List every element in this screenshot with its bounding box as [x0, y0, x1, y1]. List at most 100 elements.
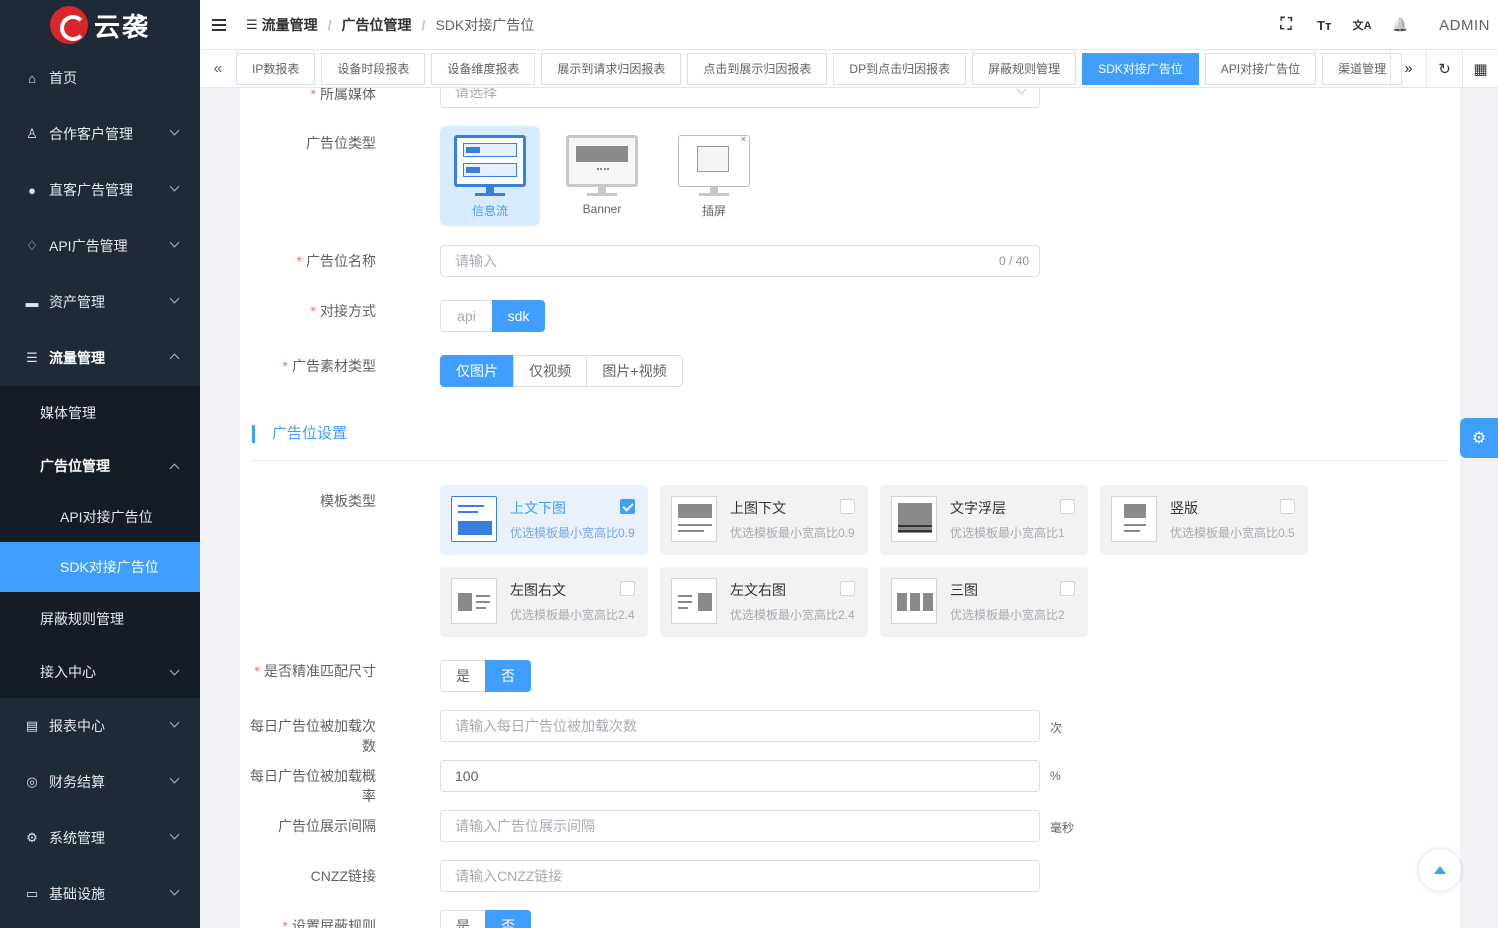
template-card[interactable]: 文字浮层 优选模板最小宽高比1 [880, 485, 1088, 555]
gear-icon: ⚙ [26, 830, 38, 845]
block-rule-option-no[interactable]: 否 [485, 910, 531, 928]
template-name: 上图下文 [730, 500, 786, 516]
sidebar-item-sdk-adslot[interactable]: SDK对接广告位 [0, 542, 200, 592]
block-rule-option-yes[interactable]: 是 [440, 910, 486, 928]
sidebar-item-api-ads[interactable]: ♢ API广告管理 [0, 218, 200, 274]
template-card[interactable]: 三图 优选模板最小宽高比2 [880, 567, 1088, 637]
refresh-icon[interactable]: ↻ [1426, 50, 1462, 87]
font-size-icon[interactable]: Tт [1305, 18, 1343, 33]
back-to-top-button[interactable] [1419, 849, 1461, 891]
template-card[interactable]: 上图下文 优选模板最小宽高比0.9 [660, 485, 868, 555]
chevron-down-icon [169, 125, 180, 136]
material-option-video[interactable]: 仅视频 [513, 355, 587, 387]
globe-icon: ◎ [26, 774, 38, 789]
slot-type-feed[interactable]: 信息流 [440, 126, 540, 226]
sidebar-item-traffic[interactable]: ☰ 流量管理 [0, 330, 200, 386]
home-icon: ⌂ [28, 70, 36, 86]
translate-icon[interactable]: 文A [1343, 17, 1381, 33]
sidebar-item-partners[interactable]: ♙ 合作客户管理 [0, 106, 200, 162]
exact-size-option-yes[interactable]: 是 [440, 660, 486, 692]
template-checkbox[interactable] [840, 499, 855, 514]
scroll-left-icon[interactable]: « [200, 60, 236, 78]
user-name[interactable]: ADMIN [1439, 17, 1490, 34]
tag-item[interactable]: IP数报表 [236, 52, 316, 85]
briefcase-icon: ▬ [25, 294, 39, 310]
chevron-down-icon [169, 773, 180, 784]
sidebar-item-adslot[interactable]: 广告位管理 [0, 439, 200, 492]
tag-item[interactable]: 屏蔽规则管理 [972, 52, 1077, 85]
form-label: CNZZ链接 [310, 868, 376, 884]
sidebar-item-assets[interactable]: ▬ 资产管理 [0, 274, 200, 330]
template-checkbox[interactable] [620, 581, 635, 596]
traffic-submenu: 媒体管理 广告位管理 API对接广告位 SDK对接广告位 屏蔽规则管理 接入中心 [0, 386, 200, 698]
hamburger-icon[interactable] [212, 16, 226, 34]
template-desc: 优选模板最小宽高比0.5 [1170, 526, 1295, 540]
tag-item[interactable]: 设备时段报表 [321, 52, 426, 85]
sidebar-item-label: SDK对接广告位 [60, 559, 159, 575]
input-placeholder: 请输入 [455, 253, 497, 269]
connect-option-api[interactable]: api [440, 300, 493, 332]
slot-type-label: Banner [582, 202, 622, 216]
daily-loads-input[interactable]: 请输入每日广告位被加载次数 [440, 710, 1040, 742]
sidebar-item-media[interactable]: 媒体管理 [0, 386, 200, 439]
chevron-down-icon [169, 181, 180, 192]
sidebar-item-label: 接入中心 [40, 663, 96, 680]
tag-item-active[interactable]: SDK对接广告位 [1082, 52, 1199, 85]
template-checkbox[interactable] [1060, 499, 1075, 514]
logo-mark-icon [50, 6, 88, 44]
list-icon: ☰ [246, 16, 258, 32]
bell-icon[interactable]: 🔔 [1381, 17, 1419, 33]
slot-type-interstitial[interactable]: × 插屏 [664, 126, 764, 226]
tag-item[interactable]: 展示到请求归因报表 [541, 52, 682, 85]
input-placeholder: 请输入CNZZ链接 [455, 868, 563, 884]
block-rule-radio-group: 是 否 [440, 910, 531, 928]
slot-name-input[interactable]: 请输入 0 / 40 [440, 245, 1040, 277]
sidebar-item-label: API广告管理 [49, 238, 128, 254]
form-label: * 是否精准匹配尺寸 [254, 663, 376, 679]
tag-item[interactable]: DP到点击归因报表 [833, 52, 967, 85]
unit-label: 次 [1050, 721, 1063, 735]
tags-view: « IP数报表 设备时段报表 设备维度报表 展示到请求归因报表 点击到展示归因报… [200, 50, 1498, 88]
exact-size-option-no[interactable]: 否 [485, 660, 531, 692]
fullscreen-icon[interactable]: ⛶ [1267, 16, 1305, 34]
sidebar-item-system[interactable]: ⚙ 系统管理 [0, 810, 200, 866]
sidebar-item-api-adslot[interactable]: API对接广告位 [0, 492, 200, 542]
sidebar-item-block-rules[interactable]: 屏蔽规则管理 [0, 592, 200, 645]
grid-menu-icon[interactable]: ▦ [1462, 50, 1498, 87]
daily-rate-input[interactable]: 100 [440, 760, 1040, 792]
tag-item[interactable]: 设备维度报表 [431, 52, 536, 85]
sidebar-item-direct-ads[interactable]: ● 直客广告管理 [0, 162, 200, 218]
template-card[interactable]: 左图右文 优选模板最小宽高比2.4 [440, 567, 648, 637]
interval-input[interactable]: 请输入广告位展示间隔 [440, 810, 1040, 842]
material-option-both[interactable]: 图片+视频 [586, 355, 683, 387]
sidebar-item-label: 首页 [49, 70, 77, 86]
material-option-image[interactable]: 仅图片 [440, 355, 514, 387]
template-card[interactable]: 竖版 优选模板最小宽高比0.5 [1100, 485, 1308, 555]
template-checkbox[interactable] [1280, 499, 1295, 514]
section-divider [252, 460, 1448, 461]
template-card[interactable]: 左文右图 优选模板最小宽高比2.4 [660, 567, 868, 637]
connect-option-sdk[interactable]: sdk [492, 300, 545, 332]
slot-type-label: 信息流 [471, 204, 508, 218]
breadcrumb-item[interactable]: 广告位管理 [342, 15, 412, 35]
template-card[interactable]: 上文下图 优选模板最小宽高比0.9 [440, 485, 648, 555]
cnzz-input[interactable]: 请输入CNZZ链接 [440, 860, 1040, 892]
media-select[interactable]: 请选择 [440, 88, 1040, 108]
sidebar-item-infra[interactable]: ▭ 基础设施 [0, 866, 200, 922]
slot-type-banner[interactable]: Banner [552, 126, 652, 226]
scroll-right-icon[interactable]: » [1390, 50, 1426, 87]
sidebar-item-reports[interactable]: ▤ 报表中心 [0, 698, 200, 754]
sidebar-item-finance[interactable]: ◎ 财务结算 [0, 754, 200, 810]
template-checkbox[interactable] [620, 499, 635, 514]
breadcrumb-item[interactable]: 流量管理 [262, 15, 318, 35]
sidebar-item-access-center[interactable]: 接入中心 [0, 645, 200, 698]
tag-item[interactable]: 点击到展示归因报表 [687, 52, 828, 85]
settings-gear-icon[interactable]: ⚙ [1460, 418, 1498, 458]
sidebar-item-home[interactable]: ⌂ 首页 [0, 50, 200, 106]
template-checkbox[interactable] [840, 581, 855, 596]
template-name: 文字浮层 [950, 500, 1006, 516]
tag-item[interactable]: API对接广告位 [1204, 52, 1317, 85]
bulb-icon: ♢ [26, 238, 38, 253]
template-checkbox[interactable] [1060, 581, 1075, 596]
logo[interactable]: 云袭 [0, 0, 200, 50]
